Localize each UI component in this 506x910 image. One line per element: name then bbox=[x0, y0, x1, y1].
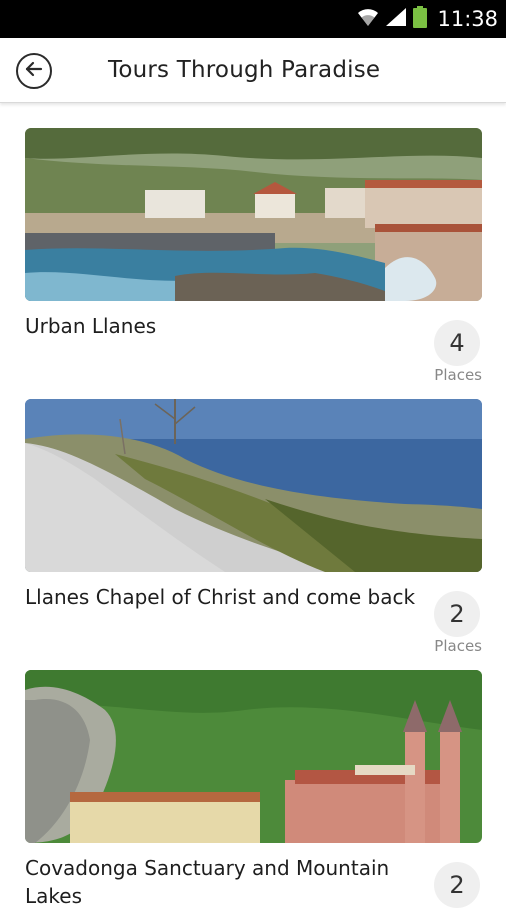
places-label: Places bbox=[434, 637, 482, 655]
status-bar: 11:38 bbox=[0, 0, 506, 38]
wifi-icon bbox=[357, 7, 379, 32]
signal-icon bbox=[385, 7, 407, 32]
tour-card-covadonga[interactable]: Covadonga Sanctuary and Mountain Lakes 2 bbox=[25, 670, 482, 910]
tour-name: Covadonga Sanctuary and Mountain Lakes bbox=[25, 856, 390, 908]
app-bar: Tours Through Paradise bbox=[0, 38, 506, 103]
tour-name: Llanes Chapel of Christ and come back bbox=[25, 585, 416, 609]
tour-image[interactable] bbox=[25, 670, 482, 843]
tour-image[interactable] bbox=[25, 128, 482, 301]
page-title: Tours Through Paradise bbox=[108, 57, 381, 83]
places-count-badge: 4 bbox=[434, 320, 480, 366]
status-icons: 11:38 bbox=[357, 0, 498, 38]
tour-name: Urban Llanes bbox=[25, 314, 157, 338]
tour-card-urban-llanes[interactable]: Urban Llanes 4 Places bbox=[25, 128, 482, 388]
tour-card-llanes-chapel[interactable]: Llanes Chapel of Christ and come back 2 … bbox=[25, 399, 482, 659]
tour-image[interactable] bbox=[25, 399, 482, 572]
places-label: Places bbox=[434, 366, 482, 384]
battery-icon bbox=[413, 5, 428, 33]
arrow-left-icon bbox=[24, 59, 44, 84]
back-button[interactable] bbox=[16, 53, 52, 89]
places-count-badge: 2 bbox=[434, 862, 480, 908]
places-count-badge: 2 bbox=[434, 591, 480, 637]
status-time: 11:38 bbox=[437, 7, 498, 31]
